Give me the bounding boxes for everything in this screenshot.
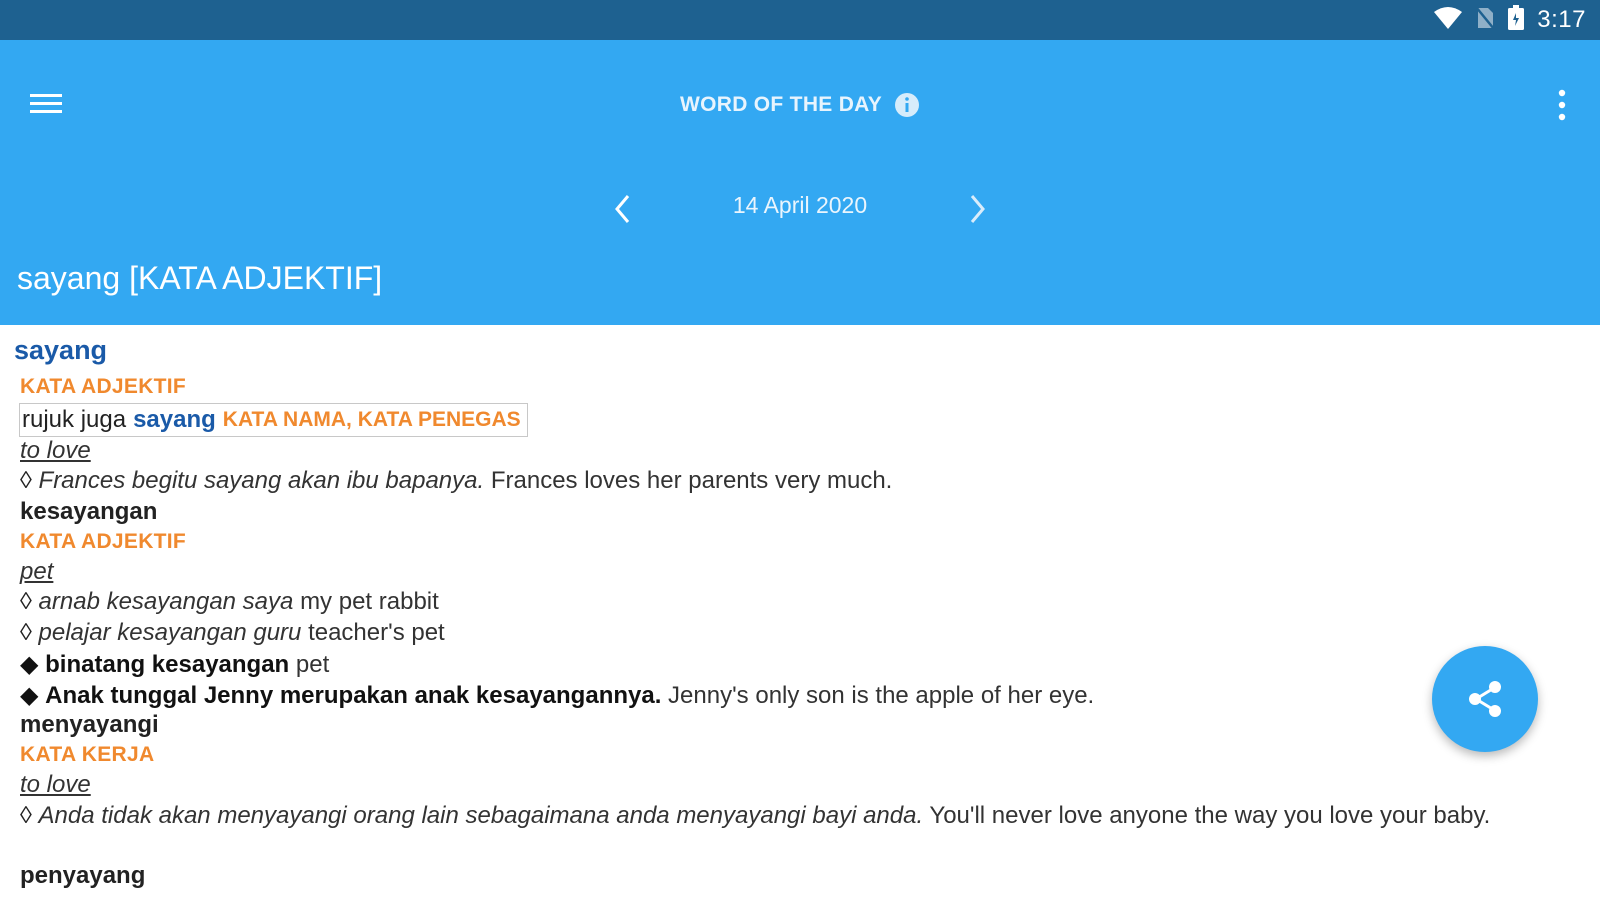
no-sim-icon	[1475, 5, 1496, 35]
part-of-speech: KATA ADJEKTIF	[20, 375, 187, 398]
idiom-malay: Anak tunggal Jenny merupakan anak kesaya…	[45, 682, 662, 709]
share-icon	[1469, 681, 1501, 717]
app-bar: WORD OF THE DAY 14 April 2020 sayang [KA…	[0, 40, 1600, 325]
derived-word[interactable]: menyayangi	[20, 711, 159, 739]
word-heading: sayang [KATA ADJEKTIF]	[17, 260, 383, 296]
battery-icon	[1507, 4, 1525, 36]
status-icons: 3:17	[1433, 0, 1586, 40]
chevron-left-icon	[615, 195, 630, 223]
example-marker: ◊	[20, 619, 32, 646]
cross-reference-box: rujuk juga sayang KATA NAMA, KATA PENEGA…	[19, 403, 528, 437]
translation: to love	[20, 771, 91, 798]
status-time: 3:17	[1537, 6, 1586, 33]
part-of-speech: KATA KERJA	[20, 743, 155, 766]
app-title-wrap: WORD OF THE DAY	[0, 92, 1600, 118]
example-malay: pelajar kesayangan guru	[38, 619, 302, 646]
example-malay: Frances begitu sayang akan ibu bapanya.	[38, 467, 485, 494]
date-navigation: 14 April 2020	[0, 188, 1600, 228]
previous-day-button[interactable]	[606, 190, 642, 226]
example-line: ◊ arnab kesayangan saya my pet rabbit	[20, 588, 439, 616]
date-label: 14 April 2020	[732, 192, 868, 218]
overflow-menu-button[interactable]	[1546, 86, 1578, 126]
more-vertical-icon	[1558, 89, 1566, 121]
status-bar: 3:17	[0, 0, 1600, 40]
example-malay: Anda tidak akan menyayangi orang lain se…	[38, 802, 924, 829]
translation: pet	[20, 558, 54, 585]
example-english: teacher's pet	[308, 619, 445, 646]
xref-link[interactable]: sayang	[133, 406, 216, 434]
example-english: my pet rabbit	[300, 588, 439, 615]
translation: to love	[20, 437, 91, 464]
example-english: Frances loves her parents very much.	[490, 467, 893, 494]
derived-word[interactable]: penyayang	[20, 862, 145, 890]
chevron-right-icon	[970, 195, 985, 223]
headword: sayang	[14, 335, 108, 365]
idiom-marker: ◆	[20, 651, 39, 678]
wifi-icon	[1433, 6, 1463, 35]
derived-word[interactable]: kesayangan	[20, 498, 157, 526]
example-english: You'll never love anyone the way you lov…	[929, 802, 1491, 829]
entry-content: sayang KATA ADJEKTIF rujuk juga sayang K…	[0, 325, 1600, 900]
share-button[interactable]	[1432, 646, 1538, 752]
idiom-marker: ◆	[20, 682, 39, 709]
xref-part-of-speech: KATA NAMA, KATA PENEGAS	[222, 408, 521, 431]
idiom-english: pet	[295, 651, 330, 678]
app-title: WORD OF THE DAY	[679, 93, 883, 116]
idiom-english: Jenny's only son is the apple of her eye…	[668, 682, 1095, 709]
example-marker: ◊	[20, 588, 32, 615]
xref-prefix: rujuk juga	[22, 406, 127, 433]
part-of-speech: KATA ADJEKTIF	[20, 530, 187, 553]
example-line: ◊ pelajar kesayangan guru teacher's pet	[20, 619, 445, 647]
example-malay: arnab kesayangan saya	[38, 588, 294, 615]
idiom-line: ◆ binatang kesayangan pet	[20, 650, 329, 679]
example-line: ◊ Anda tidak akan menyayangi orang lain …	[20, 800, 1540, 831]
example-marker: ◊	[20, 467, 32, 494]
idiom-line: ◆ Anak tunggal Jenny merupakan anak kesa…	[20, 681, 1094, 710]
next-day-button[interactable]	[960, 190, 996, 226]
info-icon[interactable]	[894, 92, 920, 118]
example-line: ◊ Frances begitu sayang akan ibu bapanya…	[20, 467, 892, 495]
example-marker: ◊	[20, 802, 32, 829]
idiom-malay: binatang kesayangan	[45, 651, 290, 678]
